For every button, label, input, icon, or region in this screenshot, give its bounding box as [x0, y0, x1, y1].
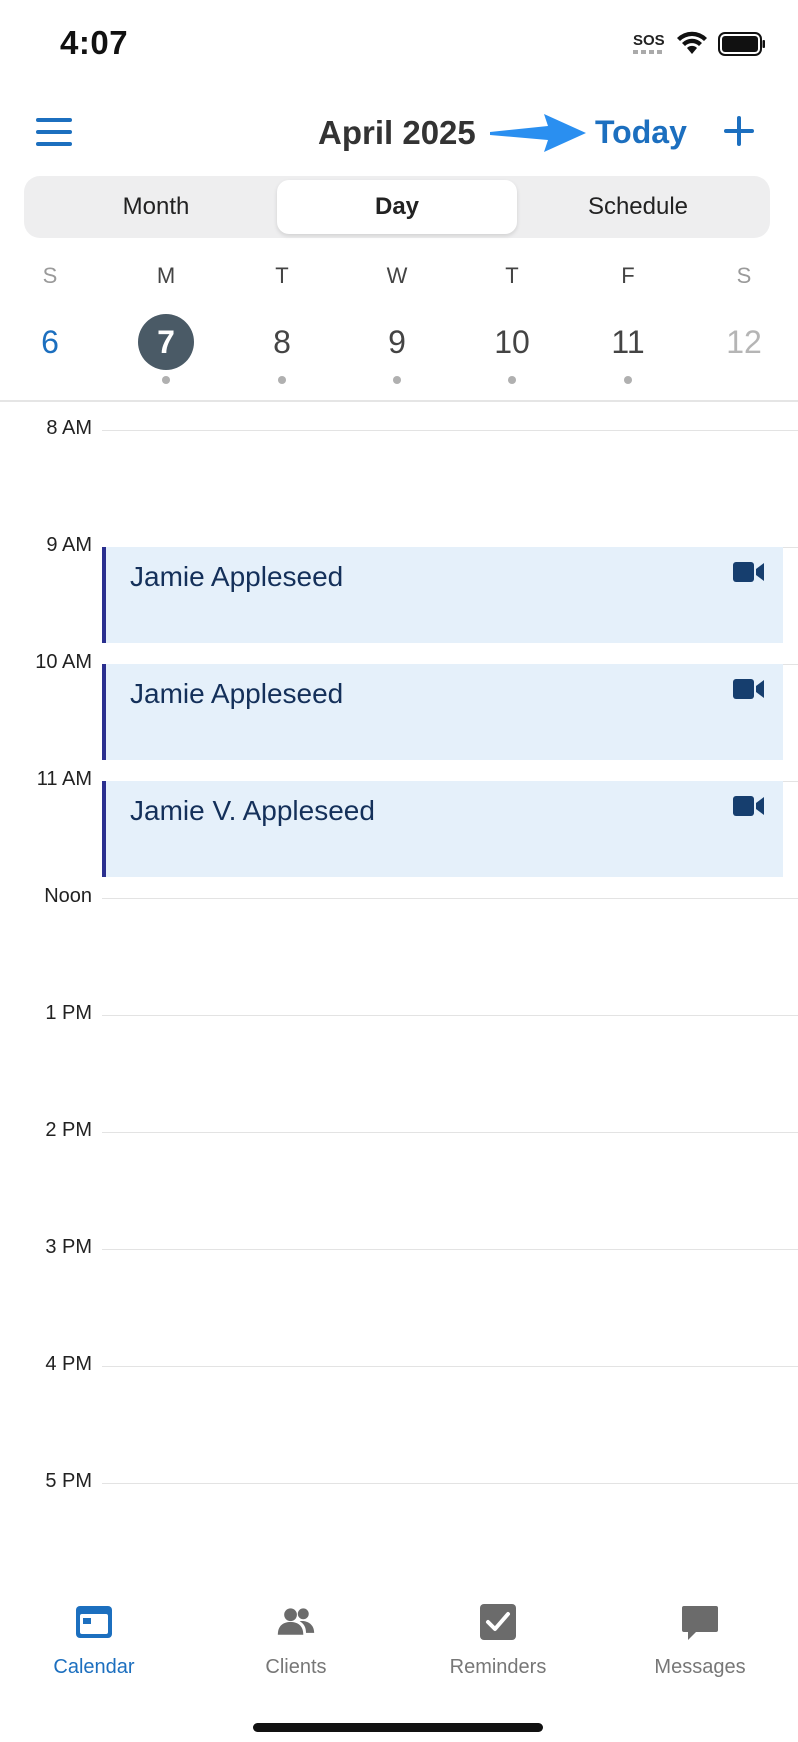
hour-divider [102, 1015, 798, 1016]
hour-label: Noon [44, 885, 92, 907]
calendar-icon [76, 1606, 112, 1638]
hour-divider [102, 1366, 798, 1367]
people-icon [277, 1608, 315, 1635]
weekday-letter: S [736, 263, 752, 288]
annotation-arrow-icon [490, 114, 586, 152]
tab-clients[interactable]: Clients [206, 1592, 386, 1679]
weekday-letter: T [275, 263, 289, 288]
tab-schedule[interactable]: Schedule [518, 180, 758, 234]
day-number-selected: 7 [138, 314, 194, 370]
tab-label: Clients [265, 1656, 327, 1678]
calendar-event[interactable]: Jamie Appleseed [102, 664, 783, 760]
event-dot [624, 376, 632, 384]
tab-day[interactable]: Day [277, 180, 517, 234]
tab-month[interactable]: Month [36, 180, 276, 234]
event-dot [162, 376, 170, 384]
hour-divider [102, 898, 798, 899]
status-bar: 4:07 SOS [0, 0, 798, 90]
weekday-letter: T [505, 263, 519, 288]
calendar-event[interactable]: Jamie Appleseed [102, 547, 783, 643]
hour-label: 5 PM [45, 1470, 92, 1492]
bottom-tab-bar: Calendar Clients Reminders Messages [0, 1592, 798, 1692]
month-title: April 2025 [318, 114, 476, 151]
sos-indicator: SOS [633, 32, 665, 49]
tab-reminders[interactable]: Reminders [408, 1592, 588, 1679]
today-button[interactable]: Today [595, 114, 687, 151]
tab-messages[interactable]: Messages [610, 1592, 790, 1679]
hour-label: 2 PM [45, 1119, 92, 1141]
day-number: 9 [388, 324, 406, 360]
hour-divider [102, 430, 798, 431]
chat-bubble-icon [682, 1606, 718, 1640]
hour-divider [102, 1483, 798, 1484]
week-day-friday[interactable]: F 11 [588, 258, 668, 384]
hour-row: 1 PM [0, 1002, 798, 1024]
hour-label: 9 AM [46, 534, 92, 556]
video-camera-icon [733, 562, 764, 582]
home-indicator[interactable] [253, 1723, 543, 1732]
wifi-icon [677, 31, 707, 54]
plus-icon[interactable] [722, 114, 756, 148]
week-strip: S 6 M 7 T 8 W 9 T 10 F 11 S 12 [0, 258, 798, 402]
weekday-letter: F [621, 263, 635, 288]
signal-dots-icon [633, 50, 665, 54]
week-day-tuesday[interactable]: T 8 [242, 258, 322, 384]
hour-row: 5 PM [0, 1470, 798, 1492]
week-day-monday[interactable]: M 7 [126, 258, 206, 384]
day-timeline[interactable]: 8 AM 9 AM 10 AM 11 AM Noon 1 PM 2 PM 3 P… [0, 404, 798, 1574]
week-day-sunday[interactable]: S 6 [10, 258, 90, 370]
day-number: 11 [611, 324, 645, 360]
hour-divider [102, 1132, 798, 1133]
weekday-letter: S [42, 263, 58, 288]
hour-row: Noon [0, 885, 798, 907]
hamburger-menu-icon[interactable] [36, 118, 74, 148]
tab-label: Messages [654, 1656, 746, 1678]
event-title: Jamie Appleseed [130, 561, 344, 592]
day-number: 6 [41, 324, 59, 360]
day-number: 10 [494, 324, 530, 360]
hour-label: 8 AM [46, 417, 92, 439]
hour-label: 1 PM [45, 1002, 92, 1024]
status-time: 4:07 [60, 24, 129, 61]
video-camera-icon [733, 679, 764, 699]
week-day-saturday[interactable]: S 12 [704, 258, 784, 370]
weekday-letter: W [386, 263, 408, 288]
hour-row: 3 PM [0, 1236, 798, 1258]
week-day-thursday[interactable]: T 10 [472, 258, 552, 384]
hour-row: 4 PM [0, 1353, 798, 1375]
tab-label: Calendar [53, 1656, 135, 1678]
hour-label: 10 AM [35, 651, 92, 673]
tab-label: Reminders [449, 1656, 547, 1678]
event-title: Jamie V. Appleseed [130, 795, 375, 826]
event-dot [393, 376, 401, 384]
hour-label: 11 AM [36, 768, 92, 790]
hour-row: 8 AM [0, 417, 798, 439]
view-switcher: Month Day Schedule [24, 176, 770, 238]
video-camera-icon [733, 796, 764, 816]
hour-label: 3 PM [45, 1236, 92, 1258]
event-dot [278, 376, 286, 384]
hour-row: 2 PM [0, 1119, 798, 1141]
hour-label: 4 PM [45, 1353, 92, 1375]
hour-divider [102, 1249, 798, 1250]
week-day-wednesday[interactable]: W 9 [357, 258, 437, 384]
checkbox-icon [480, 1604, 516, 1640]
event-dot [508, 376, 516, 384]
weekday-letter: M [156, 263, 176, 288]
day-number: 8 [273, 324, 291, 360]
event-title: Jamie Appleseed [130, 678, 344, 709]
calendar-header: April 2025 Today [0, 100, 798, 164]
tab-calendar[interactable]: Calendar [4, 1592, 184, 1679]
battery-icon [718, 32, 765, 56]
day-number: 12 [726, 324, 762, 360]
calendar-event[interactable]: Jamie V. Appleseed [102, 781, 783, 877]
